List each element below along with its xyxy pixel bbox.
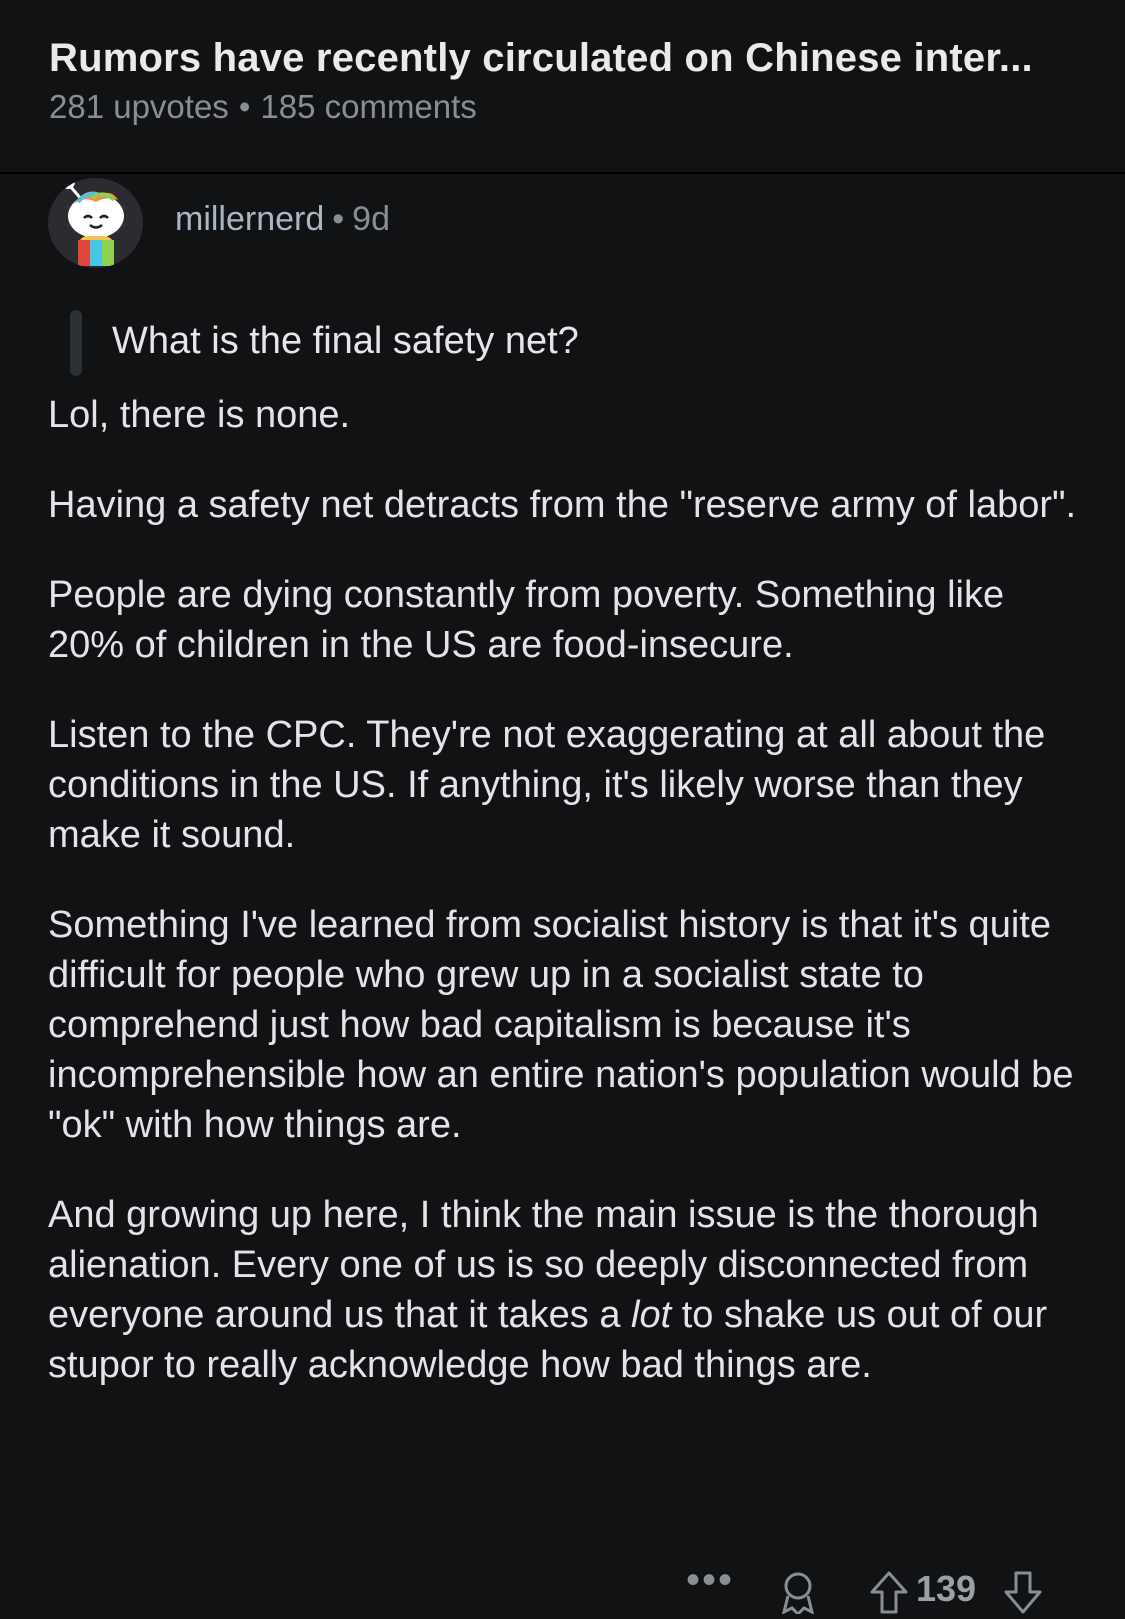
quote-text: What is the final safety net?: [112, 320, 579, 362]
downvote-arrow-icon[interactable]: [1002, 1570, 1044, 1619]
author-separator: •: [332, 200, 345, 238]
comment-count: 185 comments: [260, 88, 477, 125]
post-title[interactable]: Rumors have recently circulated on Chine…: [49, 36, 1079, 81]
comment-author-line: millernerd • 9d: [175, 200, 390, 239]
comment-paragraph: Something I've learned from socialist hi…: [48, 904, 1074, 1146]
snoo-avatar-icon[interactable]: [48, 178, 143, 268]
comment-paragraph-last: And growing up here, I think the main is…: [48, 1190, 1088, 1390]
award-icon[interactable]: [776, 1570, 820, 1619]
post-header[interactable]: Rumors have recently circulated on Chine…: [0, 0, 1125, 174]
upvote-arrow-icon[interactable]: [868, 1570, 910, 1619]
more-options-button[interactable]: •••: [686, 1558, 734, 1603]
comment-paragraph: Listen to the CPC. They're not exaggerat…: [48, 714, 1046, 856]
comment-score: 139: [916, 1568, 977, 1609]
comment-age: 9d: [352, 200, 390, 238]
comment-paragraph: Having a safety net detracts from the "r…: [48, 484, 1077, 526]
comment-paragraph: Lol, there is none.: [48, 394, 351, 436]
meta-separator: •: [238, 88, 251, 125]
quote-bar: [70, 310, 82, 376]
comment-actions: ••• 139: [680, 1558, 1100, 1617]
comment-body: Lol, there is none. Having a safety net …: [48, 390, 1088, 1430]
comment-author[interactable]: millernerd: [175, 200, 324, 238]
upvote-count: 281 upvotes: [49, 88, 229, 125]
post-meta: 281 upvotes • 185 comments: [49, 88, 477, 126]
comment-paragraph: People are dying constantly from poverty…: [48, 574, 1005, 666]
emphasis-text: lot: [631, 1294, 672, 1336]
comment-header: millernerd • 9d: [48, 178, 648, 268]
blockquote: What is the final safety net?: [70, 310, 1070, 376]
